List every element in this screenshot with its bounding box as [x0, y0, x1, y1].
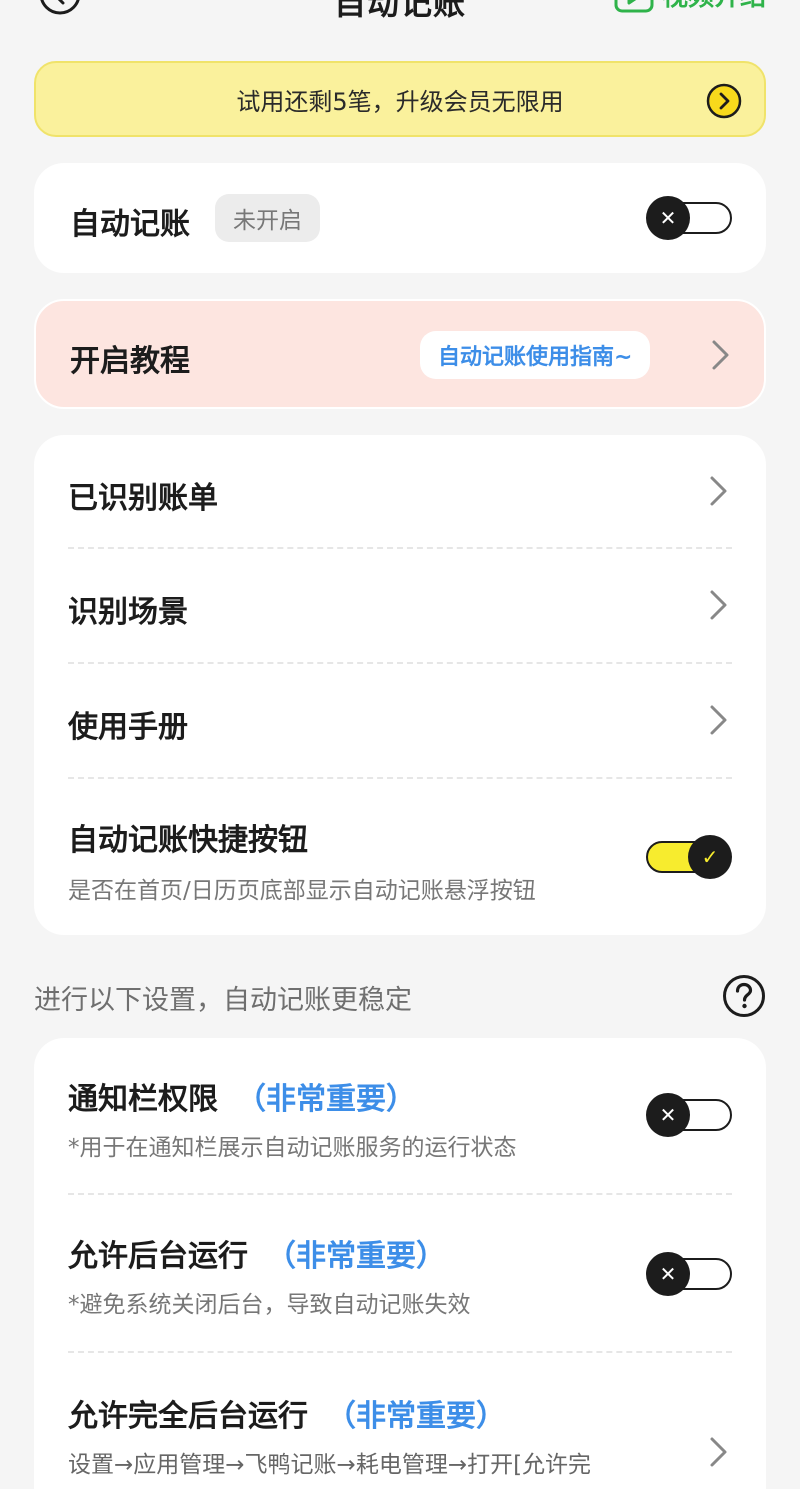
permission-title-wrap: 允许后台运行 （非常重要）: [68, 1231, 446, 1275]
tutorial-label: 开启教程: [70, 344, 190, 379]
menu-list-card: 已识别账单 识别场景 使用手册 自动记账快捷按钮 是否在首页/日历页底部显示自动…: [34, 435, 766, 935]
status-badge: 未开启: [215, 194, 320, 242]
trial-upgrade-banner[interactable]: 试用还剩5笔，升级会员无限用: [34, 61, 766, 137]
permission-title: 通知栏权限: [68, 1082, 218, 1117]
important-tag: （非常重要）: [326, 1399, 506, 1434]
menu-item-user-manual[interactable]: 使用手册: [34, 664, 766, 776]
trial-banner-text: 试用还剩5笔，升级会员无限用: [236, 87, 564, 116]
auto-bookkeeping-toggle[interactable]: ✕: [646, 196, 732, 240]
video-intro-label: 视频介绍: [662, 0, 766, 13]
section-hint: 进行以下设置，自动记账更稳定: [34, 985, 412, 1016]
important-tag: （非常重要）: [236, 1082, 416, 1117]
help-question-icon[interactable]: [722, 974, 766, 1018]
background-run-toggle[interactable]: ✕: [646, 1252, 732, 1296]
permission-title: 允许完全后台运行: [68, 1399, 308, 1434]
permissions-card: 通知栏权限 （非常重要） *用于在通知栏展示自动记账服务的运行状态 ✕ 允许后台运…: [34, 1038, 766, 1489]
chevron-right-icon: [710, 476, 727, 506]
permission-row-full-background[interactable]: 允许完全后台运行 （非常重要） 设置→应用管理→飞鸭记账→耗电管理→打开[允许完: [34, 1353, 766, 1489]
shortcut-button-row: 自动记账快捷按钮 是否在首页/日历页底部显示自动记账悬浮按钮 ✓: [34, 779, 766, 929]
chevron-right-icon: [710, 1437, 727, 1467]
play-video-icon: [614, 0, 654, 12]
shortcut-description: 是否在首页/日历页底部显示自动记账悬浮按钮: [68, 878, 536, 904]
permission-description: *避免系统关闭后台，导致自动记账失效: [68, 1292, 471, 1318]
menu-item-recognized-bills[interactable]: 已识别账单: [34, 435, 766, 547]
auto-bookkeeping-label: 自动记账: [70, 207, 190, 242]
tutorial-card[interactable]: 开启教程 自动记账使用指南~: [34, 299, 766, 409]
chevron-right-icon: [710, 705, 727, 735]
menu-item-label: 已识别账单: [68, 481, 218, 516]
menu-item-label: 使用手册: [68, 710, 188, 745]
close-icon: ✕: [646, 1093, 690, 1137]
menu-item-recognition-scenes[interactable]: 识别场景: [34, 549, 766, 661]
close-icon: ✕: [646, 1252, 690, 1296]
shortcut-toggle[interactable]: ✓: [646, 835, 732, 879]
checkmark-icon: ✓: [688, 835, 732, 879]
chevron-right-circle-icon: [706, 83, 742, 119]
chevron-right-icon: [710, 590, 727, 620]
guide-link[interactable]: 自动记账使用指南~: [420, 331, 651, 379]
permission-title-wrap: 允许完全后台运行 （非常重要）: [68, 1391, 506, 1435]
important-tag: （非常重要）: [266, 1239, 446, 1274]
video-intro-button[interactable]: 视频介绍: [614, 0, 766, 13]
top-bar: 自动记账 视频介绍: [0, 0, 800, 32]
shortcut-title: 自动记账快捷按钮: [68, 823, 308, 858]
permission-row-background: 允许后台运行 （非常重要） *避免系统关闭后台，导致自动记账失效 ✕: [34, 1195, 766, 1350]
menu-item-label: 识别场景: [68, 595, 188, 630]
chevron-right-icon: [712, 340, 729, 370]
permission-description: *用于在通知栏展示自动记账服务的运行状态: [68, 1135, 517, 1161]
permission-title-wrap: 通知栏权限 （非常重要）: [68, 1074, 416, 1118]
close-icon: ✕: [646, 196, 690, 240]
permission-title: 允许后台运行: [68, 1239, 248, 1274]
permission-row-notification: 通知栏权限 （非常重要） *用于在通知栏展示自动记账服务的运行状态 ✕: [34, 1038, 766, 1193]
permission-description: 设置→应用管理→飞鸭记账→耗电管理→打开[允许完: [68, 1452, 592, 1478]
notification-permission-toggle[interactable]: ✕: [646, 1093, 732, 1137]
auto-bookkeeping-card: 自动记账 未开启 ✕: [34, 163, 766, 273]
